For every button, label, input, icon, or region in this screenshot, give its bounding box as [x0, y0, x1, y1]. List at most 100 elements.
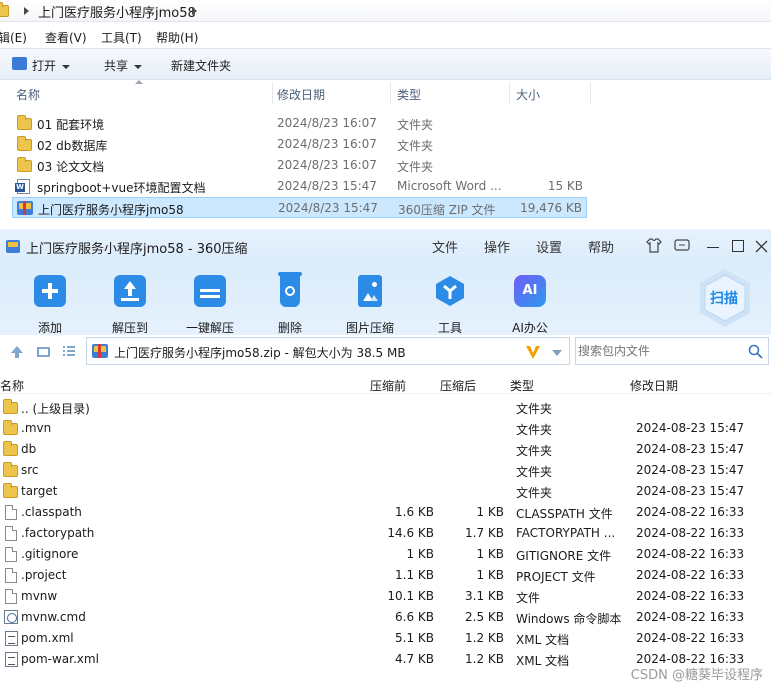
minimize-icon[interactable]	[707, 247, 719, 248]
breadcrumb[interactable]: 上门医疗服务小程序jmo58	[38, 2, 196, 21]
watermark: CSDN @糖葵毕设程序	[630, 668, 763, 683]
column-divider[interactable]	[590, 82, 591, 104]
explorer-file-row[interactable]: 02 db数据库 2024/8/23 16:07 文件夹	[12, 134, 587, 155]
archive-entry-row[interactable]: .. (上级目录) 文件夹	[0, 397, 771, 418]
entry-size-after: 1.2 KB	[465, 652, 504, 666]
cmd-script-icon	[4, 610, 18, 624]
menu-bar: 辑(E) 查看(V) 工具(T) 帮助(H)	[0, 26, 771, 46]
column-divider[interactable]	[509, 82, 510, 104]
entry-name: src	[21, 463, 39, 477]
close-icon[interactable]	[755, 240, 768, 253]
one-click-extract-icon	[194, 275, 226, 307]
new-folder-button[interactable]: 新建文件夹	[171, 57, 231, 74]
entry-name: .classpath	[21, 505, 82, 519]
explorer-file-row[interactable]: 上门医疗服务小程序jmo58 2024/8/23 15:47 360压缩 ZIP 文…	[12, 197, 587, 218]
entry-size-after: 1.7 KB	[465, 526, 504, 540]
entry-size-before: 14.6 KB	[387, 526, 434, 540]
maximize-icon[interactable]	[732, 240, 744, 252]
archive-path-field[interactable]: 上门医疗服务小程序jmo58.zip - 解包大小为 38.5 MB	[86, 337, 570, 365]
ai-office-label: AI办公	[512, 321, 548, 335]
skin-icon[interactable]	[646, 238, 662, 253]
entry-size-after: 3.1 KB	[465, 589, 504, 603]
entry-size-before: 1.6 KB	[395, 505, 434, 519]
menu-tools[interactable]: 工具(T)	[101, 29, 142, 46]
file-name: 上门医疗服务小程序jmo58	[38, 203, 184, 217]
menu-help[interactable]: 帮助(H)	[156, 29, 198, 46]
menu-operation[interactable]: 操作	[484, 237, 510, 256]
column-type[interactable]: 类型	[397, 86, 421, 103]
file-date: 2024/8/23 16:07	[277, 137, 377, 151]
ai-icon: AI	[514, 275, 546, 307]
column-name[interactable]: 名称	[0, 377, 24, 394]
explorer-file-row[interactable]: 03 论文文档 2024/8/23 16:07 文件夹	[12, 155, 587, 176]
menu-edit[interactable]: 辑(E)	[0, 29, 27, 46]
archive-entry-row[interactable]: mvnw 10.1 KB 3.1 KB 文件 2024-08-22 16:33	[0, 586, 771, 607]
entry-size-before: 5.1 KB	[395, 631, 434, 645]
entry-type: 文件夹	[516, 423, 553, 437]
entry-date: 2024-08-22 16:33	[636, 568, 745, 582]
search-field[interactable]	[575, 337, 769, 365]
one-click-extract-label: 一键解压	[185, 321, 234, 335]
chevron-down-icon	[62, 64, 71, 69]
tools-label: 工具	[437, 321, 462, 335]
file-type: 文件夹	[397, 139, 434, 153]
share-button[interactable]: 共享	[104, 57, 143, 74]
folder-icon	[3, 462, 18, 477]
chevron-down-icon[interactable]	[552, 350, 562, 356]
address-bar[interactable]: 上门医疗服务小程序jmo58	[0, 0, 771, 22]
column-divider[interactable]	[272, 82, 273, 104]
menu-help[interactable]: 帮助	[588, 237, 614, 256]
thumbnail-view-icon[interactable]	[37, 347, 50, 357]
search-input[interactable]	[578, 341, 738, 361]
entry-name: .gitignore	[21, 547, 79, 561]
archive-entry-row[interactable]: .project 1.1 KB 1 KB PROJECT 文件 2024-08-22 1…	[0, 565, 771, 586]
menu-settings[interactable]: 设置	[536, 237, 562, 256]
column-divider[interactable]	[390, 82, 391, 104]
entry-date: 2024-08-22 16:33	[636, 547, 745, 561]
archive-entry-row[interactable]: pom.xml 5.1 KB 1.2 KB XML 文档 2024-08-22 16:3…	[0, 628, 771, 649]
scan-label[interactable]: 扫描	[710, 288, 738, 308]
archive-entry-row[interactable]: src 文件夹 2024-08-23 15:47	[0, 460, 771, 481]
chevron-right-icon[interactable]	[192, 7, 197, 15]
file-icon	[5, 505, 17, 520]
open-label: 打开	[32, 59, 57, 73]
xml-file-icon	[5, 631, 18, 646]
archive-entry-row[interactable]: .factorypath 14.6 KB 1.7 KB FACTORYPATH ...…	[0, 523, 771, 544]
archive-entry-row[interactable]: target 文件夹 2024-08-23 15:47	[0, 481, 771, 502]
column-type[interactable]: 类型	[510, 377, 534, 394]
entry-name: .factorypath	[21, 526, 95, 540]
column-compressed-before[interactable]: 压缩前	[370, 377, 406, 394]
menu-view[interactable]: 查看(V)	[45, 29, 87, 46]
folder-icon	[3, 420, 18, 435]
chevron-right-icon[interactable]	[24, 7, 29, 15]
sort-up-icon	[135, 80, 143, 84]
column-size[interactable]: 大小	[516, 86, 540, 103]
archive-entry-row[interactable]: db 文件夹 2024-08-23 15:47	[0, 439, 771, 460]
entry-date: 2024-08-22 16:33	[636, 526, 745, 540]
archive-entry-row[interactable]: .classpath 1.6 KB 1 KB CLASSPATH 文件 2024-08-…	[0, 502, 771, 523]
archive-entry-row[interactable]: .mvn 文件夹 2024-08-23 15:47	[0, 418, 771, 439]
column-date[interactable]: 修改日期	[277, 86, 325, 103]
search-icon[interactable]	[748, 344, 763, 359]
entry-size-after: 1.2 KB	[465, 631, 504, 645]
folder-icon	[17, 157, 32, 172]
open-icon	[12, 57, 27, 70]
delete-label: 删除	[277, 321, 302, 335]
entry-size-before: 4.7 KB	[395, 652, 434, 666]
v-logo-icon[interactable]	[525, 344, 541, 360]
window-title: 上门医疗服务小程序jmo58 - 360压缩	[26, 242, 248, 257]
archive-entry-row[interactable]: mvnw.cmd 6.6 KB 2.5 KB Windows 命令脚本 2024-08-…	[0, 607, 771, 628]
explorer-file-row[interactable]: springboot+vue环境配置文档 2024/8/23 15:47 Micro…	[12, 176, 587, 197]
list-view-icon[interactable]	[62, 345, 76, 358]
arrow-up-icon[interactable]	[10, 345, 24, 359]
entry-name: target	[21, 484, 58, 498]
column-name[interactable]: 名称	[16, 86, 40, 103]
menu-file[interactable]: 文件	[432, 237, 458, 256]
column-compressed-after[interactable]: 压缩后	[440, 377, 476, 394]
feedback-icon[interactable]	[674, 239, 690, 253]
entry-type: GITIGNORE 文件	[516, 549, 612, 563]
explorer-file-row[interactable]: 01 配套环境 2024/8/23 16:07 文件夹	[12, 113, 587, 134]
open-button[interactable]: 打开	[32, 57, 71, 74]
archive-entry-row[interactable]: .gitignore 1 KB 1 KB GITIGNORE 文件 2024-08-22…	[0, 544, 771, 565]
column-date[interactable]: 修改日期	[630, 377, 678, 394]
